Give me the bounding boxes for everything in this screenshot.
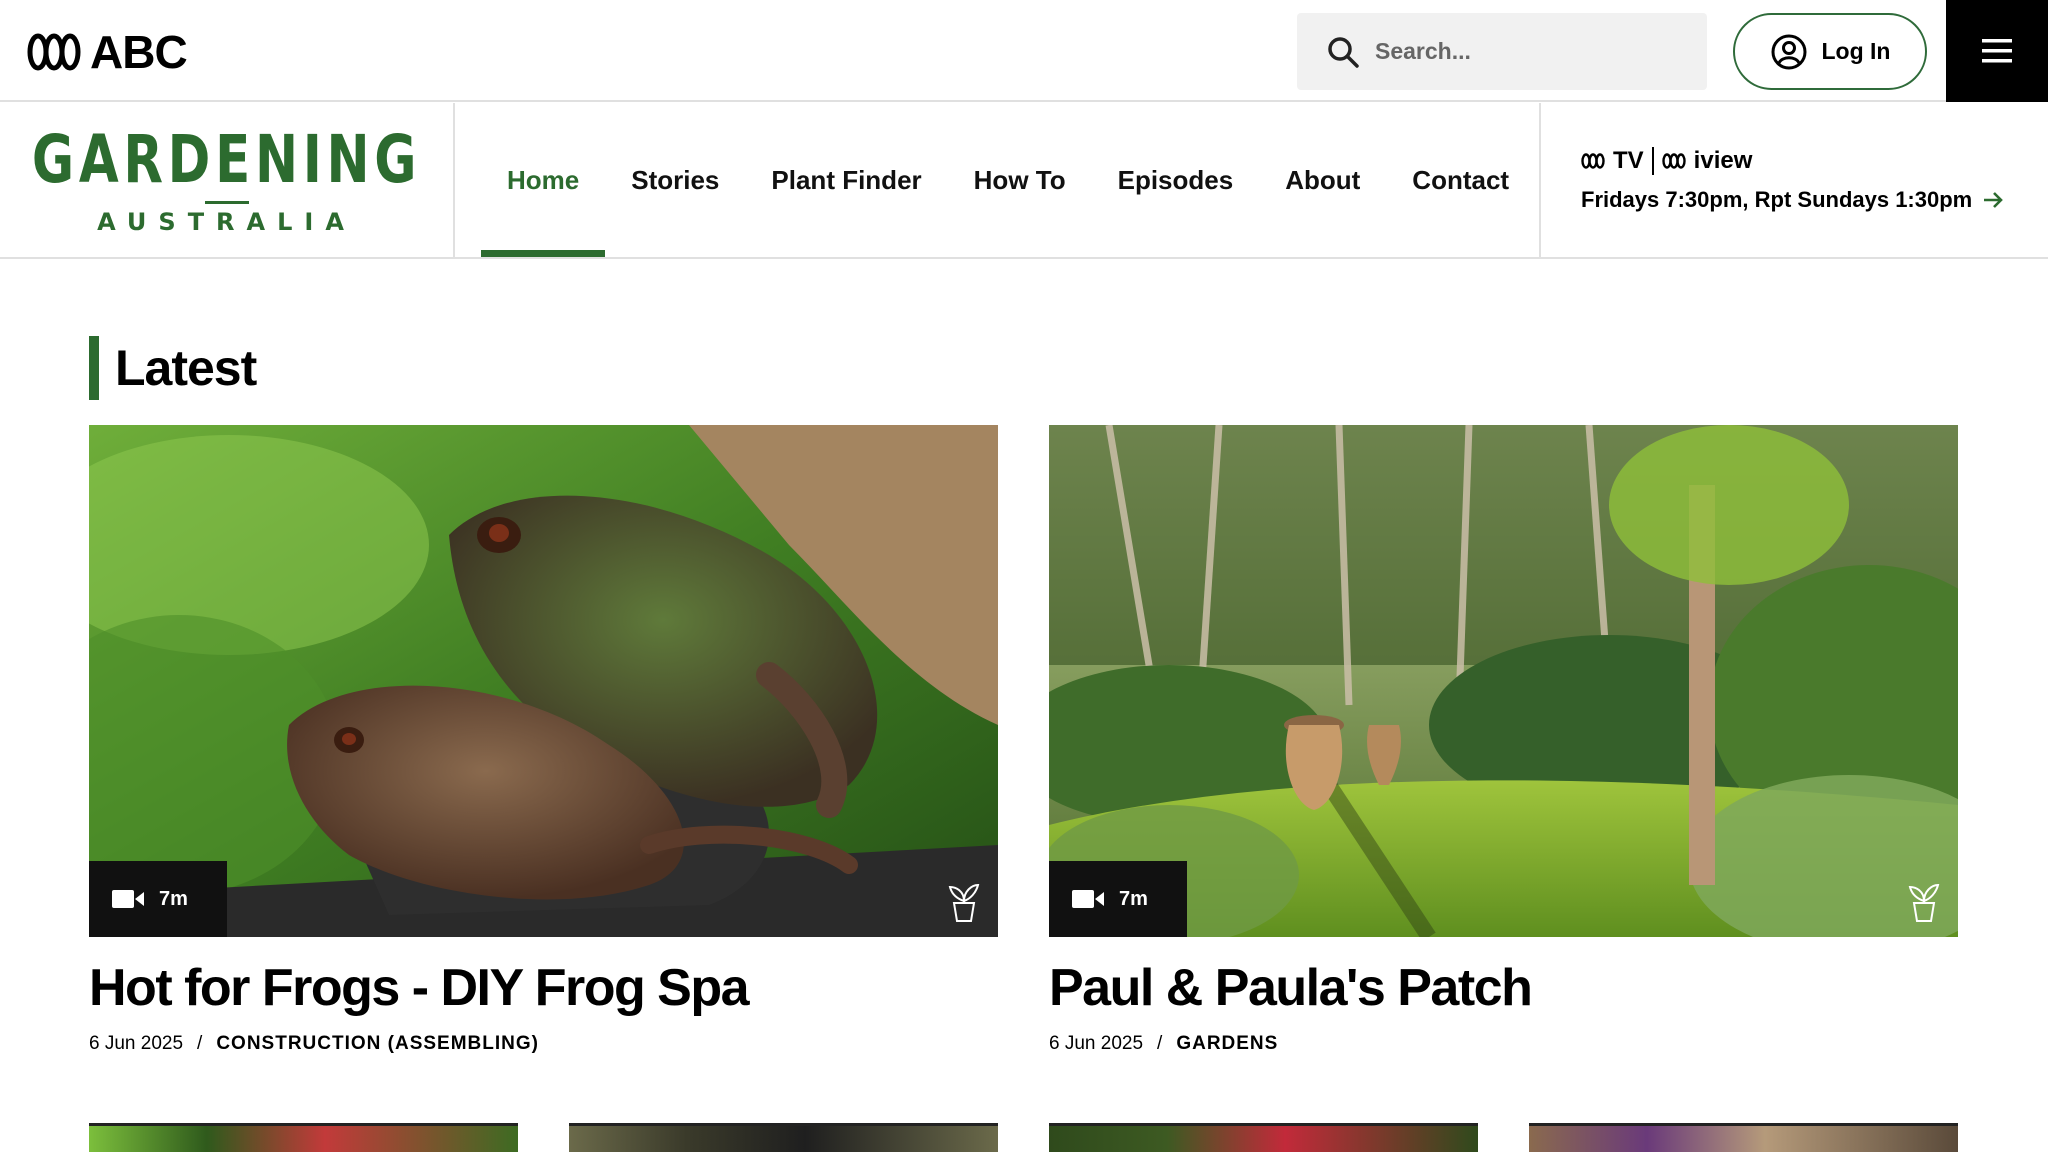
abc-mini-icon: [1581, 153, 1605, 169]
story-meta: 6 Jun 2025 / GARDENS: [1049, 1033, 1958, 1055]
abc-mini-icon: [1661, 153, 1686, 169]
nav-stories[interactable]: Stories: [605, 103, 745, 257]
global-header: ABC Log In: [0, 0, 2048, 102]
video-duration-badge: 7m: [89, 861, 227, 937]
hamburger-icon: [1982, 39, 2012, 63]
section-title-latest: Latest: [89, 336, 257, 400]
logo-rule: [204, 200, 249, 204]
duration-text: 7m: [159, 887, 188, 910]
story-thumbnail[interactable]: 7m: [1049, 425, 1958, 937]
nav-about[interactable]: About: [1259, 103, 1386, 257]
gardening-pot-watermark-icon: [948, 883, 980, 922]
story-title[interactable]: Paul & Paula's Patch: [1049, 959, 1958, 1019]
abc-wordmark: ABC: [90, 26, 188, 78]
logo-line-1: GARDENING: [31, 120, 422, 198]
schedule-text: Fridays 7:30pm, Rpt Sundays 1:30pm: [1581, 187, 1973, 212]
nav-how-to[interactable]: How To: [948, 103, 1092, 257]
nav-episodes[interactable]: Episodes: [1092, 103, 1260, 257]
meta-separator: /: [197, 1032, 203, 1054]
log-in-button[interactable]: Log In: [1733, 13, 1927, 90]
search-box[interactable]: [1297, 13, 1707, 90]
story-card[interactable]: 7m Hot for Frogs - DIY Frog Spa 6 Jun 20…: [89, 425, 998, 1055]
story-thumbnail-partial[interactable]: [1049, 1123, 1478, 1152]
gardening-australia-logo[interactable]: GARDENING AUSTRALIA: [0, 103, 455, 257]
video-camera-icon: [112, 890, 144, 908]
abc-logo[interactable]: ABC: [26, 26, 188, 78]
logo-line-2: AUSTRALIA: [97, 207, 356, 236]
program-nav: Home Stories Plant Finder How To Episode…: [481, 103, 1535, 257]
story-date: 6 Jun 2025: [1049, 1032, 1144, 1054]
story-thumbnail[interactable]: 7m: [89, 425, 998, 937]
search-icon: [1328, 36, 1359, 68]
arrow-right-icon: [1984, 192, 2004, 208]
video-duration-badge: 7m: [1049, 861, 1187, 937]
story-card[interactable]: 7m Paul & Paula's Patch 6 Jun 2025 / GAR…: [1049, 425, 1958, 1055]
schedule-link[interactable]: Fridays 7:30pm, Rpt Sundays 1:30pm: [1581, 187, 2048, 213]
brand-separator: [1651, 147, 1654, 175]
iview-label: iview: [1693, 147, 1753, 174]
story-thumbnail-partial[interactable]: [1529, 1123, 1958, 1152]
story-title[interactable]: Hot for Frogs - DIY Frog Spa: [89, 959, 998, 1019]
gardening-pot-watermark-icon: [1908, 883, 1940, 922]
duration-text: 7m: [1119, 887, 1148, 910]
search-input[interactable]: [1375, 38, 1695, 65]
story-date: 6 Jun 2025: [89, 1032, 184, 1054]
abc-tv-label: TV: [1613, 147, 1644, 174]
program-header: GARDENING AUSTRALIA Home Stories Plant F…: [0, 103, 2048, 259]
log-in-label: Log In: [1821, 38, 1891, 64]
meta-separator: /: [1157, 1032, 1163, 1054]
story-thumbnail-partial[interactable]: [89, 1123, 518, 1152]
story-thumbnail-partial[interactable]: [569, 1123, 998, 1152]
airtime-info[interactable]: TV iview Fridays 7:30pm, Rpt Sundays 1:3…: [1539, 103, 2048, 257]
nav-plant-finder[interactable]: Plant Finder: [745, 103, 947, 257]
next-row-thumbnails: [0, 1123, 2048, 1152]
main-menu-button[interactable]: [1946, 0, 2048, 102]
nav-contact[interactable]: Contact: [1386, 103, 1535, 257]
story-tag[interactable]: GARDENS: [1176, 1033, 1278, 1055]
story-meta: 6 Jun 2025 / CONSTRUCTION (ASSEMBLING): [89, 1033, 998, 1055]
story-tag[interactable]: CONSTRUCTION (ASSEMBLING): [216, 1033, 539, 1055]
nav-home[interactable]: Home: [481, 103, 606, 257]
user-circle-icon: [1771, 34, 1806, 69]
abc-lissajous-icon: [27, 33, 81, 71]
video-camera-icon: [1072, 890, 1104, 908]
broadcast-brands: TV iview: [1581, 147, 2048, 175]
